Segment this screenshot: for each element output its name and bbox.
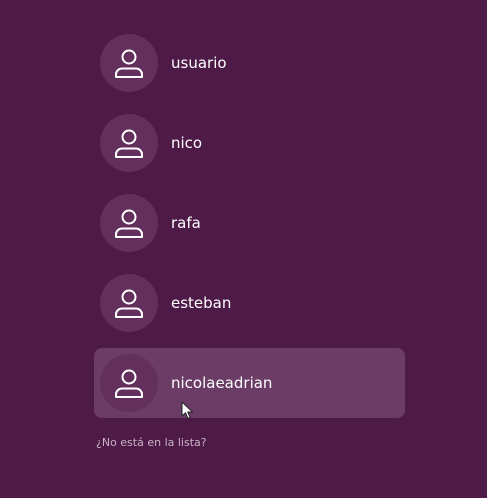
- user-row-usuario[interactable]: usuario: [94, 28, 405, 98]
- user-row-nico[interactable]: nico: [94, 108, 405, 178]
- user-icon: [115, 49, 143, 78]
- not-listed-link[interactable]: ¿No está en la lista?: [96, 436, 207, 449]
- mouse-pointer-icon: [181, 401, 193, 419]
- user-row-rafa[interactable]: rafa: [94, 188, 405, 258]
- user-name: esteban: [171, 294, 232, 312]
- user-row-esteban[interactable]: esteban: [94, 268, 405, 338]
- user-icon: [115, 129, 143, 158]
- avatar: [100, 114, 158, 172]
- avatar: [100, 354, 158, 412]
- user-name: nico: [171, 134, 203, 152]
- user-icon: [115, 369, 143, 398]
- user-icon: [115, 289, 143, 318]
- user-name: usuario: [171, 54, 227, 72]
- avatar: [100, 34, 158, 92]
- avatar: [100, 274, 158, 332]
- user-name: rafa: [171, 214, 201, 232]
- user-icon: [115, 209, 143, 238]
- user-list: usuario nico rafa esteban nicolaeadrian: [94, 28, 405, 428]
- user-row-nicolaeadrian[interactable]: nicolaeadrian: [94, 348, 405, 418]
- avatar: [100, 194, 158, 252]
